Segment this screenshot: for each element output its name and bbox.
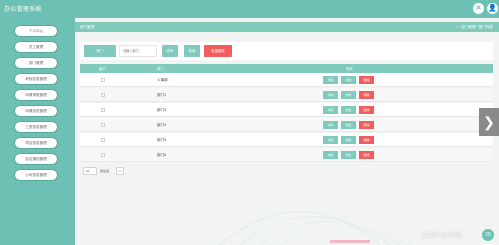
batch-delete-button[interactable]: 批量删除 (204, 45, 232, 57)
column-header-department: 部门 (157, 67, 164, 71)
next-page-arrow-icon[interactable]: ❯ (479, 108, 499, 136)
row-delete-button[interactable]: 删除 (359, 91, 374, 99)
department-search-input[interactable] (119, 45, 157, 57)
row-delete-button[interactable]: 删除 (359, 106, 374, 114)
row-checkbox[interactable] (101, 108, 105, 112)
sidebar-item-employee-management[interactable]: 员工管理 (15, 42, 57, 52)
department-name-cell: 部门6 (157, 152, 167, 157)
row-detail-button[interactable]: 详情 (323, 91, 338, 99)
filter-label: 部门 (84, 45, 116, 57)
row-edit-button[interactable]: 修改 (341, 76, 356, 84)
breadcrumb: 部门管理 ⌂ / 部门管理 / 部门列表 (75, 22, 499, 32)
sidebar-item-personal-center[interactable]: 个人中心 (15, 26, 57, 36)
table-row: 部门6 详情 修改 删除 (80, 148, 493, 162)
row-delete-button[interactable]: 删除 (359, 136, 374, 144)
row-delete-button[interactable]: 删除 (359, 151, 374, 159)
row-checkbox[interactable] (101, 153, 105, 157)
user-icon[interactable]: 👤 (487, 3, 498, 14)
department-name-cell: 人事部 (157, 77, 168, 82)
table-row: 部门4 详情 修改 删除 (80, 118, 493, 132)
sidebar-item-leave-management[interactable]: 申请请假管理 (15, 90, 57, 100)
column-header-index: 索引 (99, 67, 106, 71)
filter-panel: 部门 查询 新增 批量删除 (80, 42, 493, 60)
sidebar-item-attendance-management[interactable]: 考勤信息管理 (15, 74, 57, 84)
bottom-decoration (330, 240, 370, 243)
row-edit-button[interactable]: 修改 (341, 136, 356, 144)
department-name-cell: 部门3 (157, 107, 167, 112)
main-content: 部门管理 ⌂ / 部门管理 / 部门列表 部门 查询 新增 批量删除 索引 部门… (75, 18, 499, 245)
row-checkbox[interactable] (101, 138, 105, 142)
column-header-actions: 操作 (346, 67, 353, 71)
row-edit-button[interactable]: 修改 (341, 121, 356, 129)
search-button[interactable]: 查询 (162, 45, 178, 57)
watermark: CSDN @CK55 (422, 233, 462, 239)
sidebar-item-company-management[interactable]: 公司信息管理 (15, 170, 57, 180)
sidebar-item-salary-management[interactable]: 工资信息管理 (15, 122, 57, 132)
decorative-waves (219, 211, 411, 245)
row-checkbox[interactable] (101, 93, 105, 97)
sidebar-item-department-management[interactable]: 部门管理 (15, 58, 57, 68)
row-detail-button[interactable]: 详情 (323, 106, 338, 114)
page-number-input[interactable]: 1 (116, 167, 124, 175)
row-detail-button[interactable]: 详情 (323, 136, 338, 144)
row-checkbox[interactable] (101, 78, 105, 82)
row-delete-button[interactable]: 删除 (359, 76, 374, 84)
sidebar: 个人中心 员工管理 部门管理 考勤信息管理 申请请假管理 申请加班管理 工资信息… (0, 18, 75, 245)
add-button[interactable]: 新增 (184, 45, 200, 57)
row-edit-button[interactable]: 修改 (341, 91, 356, 99)
sidebar-item-meeting-management[interactable]: 会议通知管理 (15, 154, 57, 164)
department-name-cell: 部门5 (157, 137, 167, 142)
department-name-cell: 部门4 (157, 122, 167, 127)
row-delete-button[interactable]: 删除 (359, 121, 374, 129)
app-title: 办公管理系统 (4, 7, 42, 13)
row-detail-button[interactable]: 详情 (323, 76, 338, 84)
table-row: 人事部 详情 修改 删除 (80, 73, 493, 87)
row-edit-button[interactable]: 修改 (341, 106, 356, 114)
page-size-select[interactable]: 10 (83, 167, 97, 175)
sidebar-item-project-management[interactable]: 项目信息管理 (15, 138, 57, 148)
row-detail-button[interactable]: 详情 (323, 151, 338, 159)
table-row: 部门3 详情 修改 删除 (80, 103, 493, 117)
row-edit-button[interactable]: 修改 (341, 151, 356, 159)
table-row: 部门2 详情 修改 删除 (80, 88, 493, 102)
top-navigation-bar: 办公管理系统 ✕ 👤 (0, 0, 499, 18)
floating-badge-icon[interactable]: 25 (482, 229, 494, 241)
table-header: 索引 部门 操作 (80, 64, 493, 73)
row-checkbox[interactable] (101, 123, 105, 127)
breadcrumb-path[interactable]: ⌂ / 部门管理 / 部门列表 (456, 25, 493, 30)
close-icon[interactable]: ✕ (473, 3, 484, 14)
department-name-cell: 部门2 (157, 92, 167, 97)
table-row: 部门5 详情 修改 删除 (80, 133, 493, 147)
sidebar-item-overtime-management[interactable]: 申请加班管理 (15, 106, 57, 116)
row-detail-button[interactable]: 详情 (323, 121, 338, 129)
page-title: 部门管理 (80, 25, 95, 29)
goto-label: 前往第 (100, 169, 110, 173)
